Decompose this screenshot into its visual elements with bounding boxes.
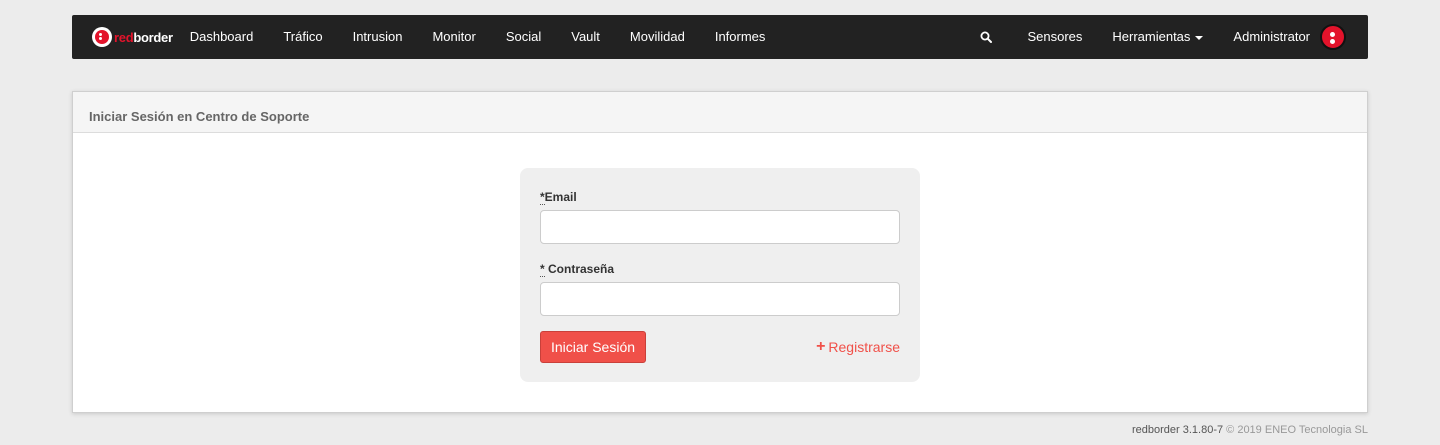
footer: redborder 3.1.80-7 © 2019 ENEO Tecnologi… <box>1132 424 1368 436</box>
nav-item-vault[interactable]: Vault <box>556 15 615 59</box>
email-label: *Email <box>540 190 577 205</box>
nav-item-monitor[interactable]: Monitor <box>417 15 490 59</box>
nav-item-intrusion[interactable]: Intrusion <box>338 15 418 59</box>
password-label: * Contraseña <box>540 262 615 277</box>
register-link[interactable]: + Registrarse <box>816 338 900 356</box>
herramientas-label: Herramientas <box>1112 29 1191 44</box>
login-panel: Iniciar Sesión en Centro de Soporte *Ema… <box>72 91 1368 413</box>
login-button[interactable]: Iniciar Sesión <box>540 331 646 363</box>
nav-item-trafico[interactable]: Tráfico <box>268 15 337 59</box>
nav-item-sensores[interactable]: Sensores <box>1012 15 1097 59</box>
register-label: Registrarse <box>828 339 900 355</box>
top-navbar: redborder Dashboard Tráfico Intrusion Mo… <box>72 15 1368 59</box>
plus-icon: + <box>816 338 826 355</box>
footer-copyright: © 2019 ENEO Tecnologia SL <box>1223 424 1368 436</box>
avatar[interactable] <box>1320 24 1346 50</box>
nav-item-dashboard[interactable]: Dashboard <box>175 15 269 59</box>
form-actions: Iniciar Sesión + Registrarse <box>540 331 900 363</box>
footer-version: redborder 3.1.80-7 <box>1131 424 1224 436</box>
brand-name: redborder <box>114 29 173 45</box>
nav-item-informes[interactable]: Informes <box>700 15 781 59</box>
brand-logo[interactable]: redborder <box>92 15 173 59</box>
herramientas-dropdown[interactable]: Herramientas <box>1097 15 1218 59</box>
nav-item-social[interactable]: Social <box>491 15 556 59</box>
caret-down-icon <box>1195 35 1204 40</box>
nav-item-movilidad[interactable]: Movilidad <box>615 15 700 59</box>
email-field[interactable] <box>540 210 900 244</box>
user-menu[interactable]: Administrator <box>1218 15 1310 59</box>
search-icon[interactable] <box>976 15 996 59</box>
login-form: *Email * Contraseña Iniciar Sesión + Regi… <box>520 168 920 382</box>
password-field[interactable] <box>540 282 900 316</box>
redborder-logo-icon <box>92 27 112 47</box>
user-name: Administrator <box>1233 29 1310 44</box>
main-nav: Dashboard Tráfico Intrusion Monitor Soci… <box>175 15 781 59</box>
right-nav: Sensores Herramientas Administrator <box>976 15 1346 59</box>
panel-title: Iniciar Sesión en Centro de Soporte <box>73 92 1367 133</box>
